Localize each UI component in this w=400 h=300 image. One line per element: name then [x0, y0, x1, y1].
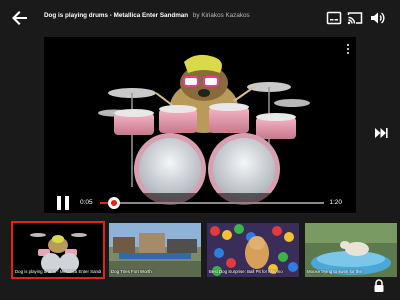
related-video-3[interactable]: Best Dog Surprise: Ball Pit for Maymo [207, 223, 299, 277]
duration: 1:20 [329, 199, 342, 206]
cast-icon[interactable] [347, 10, 363, 26]
video-title: Dog is playing drums - Metallica Enter S… [44, 12, 189, 19]
related-video-3-title: Best Dog Surprise: Ball Pit for Maymo [209, 269, 283, 274]
related-video-1-title: Dog is playing drums - Metallica Enter S… [15, 269, 101, 274]
related-video-1[interactable]: Dog is playing drums - Metallica Enter S… [11, 221, 105, 279]
video-player[interactable] [44, 37, 356, 213]
player-controls: 0:05 1:20 [44, 193, 356, 213]
volume-icon[interactable] [369, 10, 385, 26]
skip-next-icon[interactable] [374, 127, 388, 139]
related-video-4-title: Moose trying to swim for the [307, 269, 362, 274]
lock-icon[interactable] [373, 279, 385, 293]
more-vert-icon[interactable] [346, 43, 350, 55]
closed-captions-icon[interactable] [326, 10, 342, 26]
arrow-back-icon[interactable] [10, 8, 30, 28]
related-video-2-title: Dog Tries Fort Worth [111, 269, 152, 274]
video-title-area: Dog is playing drums - Metallica Enter S… [44, 12, 304, 19]
seek-bar-thumb[interactable] [108, 197, 120, 209]
seek-bar[interactable] [100, 197, 324, 209]
pause-icon[interactable] [56, 195, 70, 211]
related-videos-strip: Dog is playing drums - Metallica Enter S… [0, 221, 400, 300]
related-video-4[interactable]: Moose trying to swim for the [305, 223, 397, 277]
related-video-2[interactable]: Dog Tries Fort Worth [109, 223, 201, 277]
channel-name: by Kiriakos Kazakos [192, 12, 250, 19]
current-time: 0:05 [80, 199, 93, 206]
video-frame-dog-drums [44, 37, 356, 213]
top-bar: Dog is playing drums - Metallica Enter S… [0, 0, 400, 36]
